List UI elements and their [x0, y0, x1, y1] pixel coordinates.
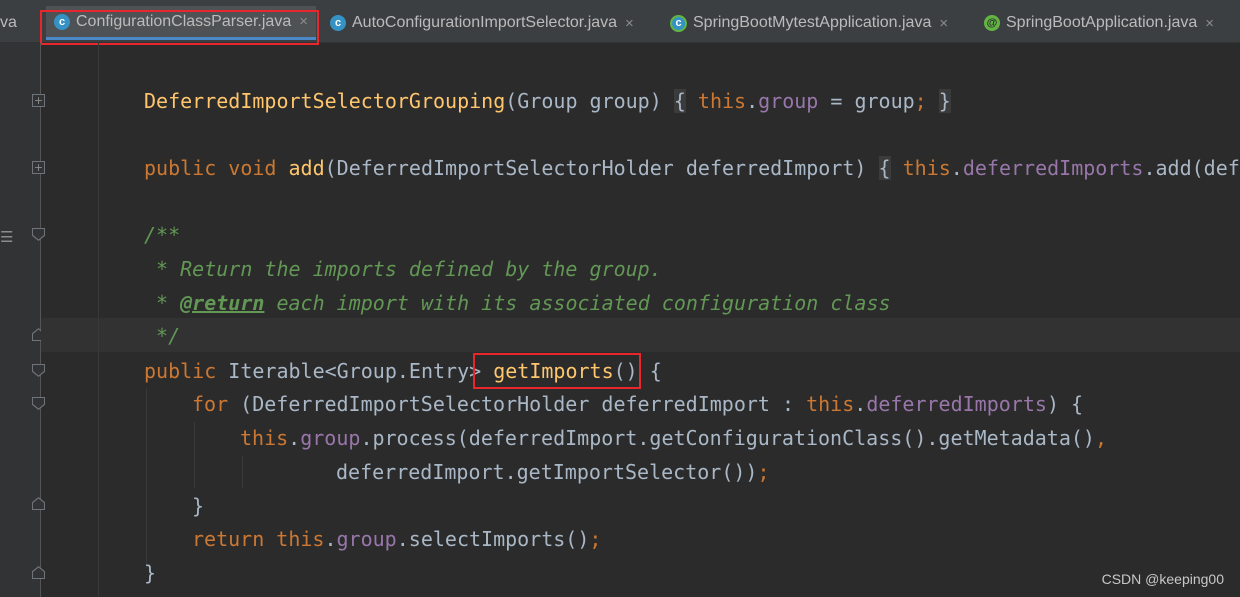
annotation-icon: @	[984, 15, 1000, 31]
code-line: this.group.process(deferredImport.getCon…	[240, 421, 1107, 455]
watermark: CSDN @keeping00	[1101, 571, 1224, 587]
semicolon: ;	[589, 527, 602, 551]
keyword: return	[192, 527, 265, 551]
code-token: .	[288, 426, 301, 450]
close-icon[interactable]: ×	[625, 15, 634, 32]
code-line: DeferredImportSelectorGrouping(Group gro…	[144, 84, 951, 118]
indent-guide	[242, 456, 243, 488]
code-token: .	[950, 156, 963, 180]
close-icon[interactable]: ×	[1205, 15, 1214, 32]
code-token: (DeferredImportSelectorHolder deferredIm…	[228, 392, 807, 416]
javadoc-tag: @return	[180, 291, 265, 315]
code-token: .selectImports()	[396, 527, 590, 551]
editor-gutter	[0, 43, 40, 597]
code-line: public void add(DeferredImportSelectorHo…	[144, 151, 1240, 185]
code-token: deferredImport.getImportSelector())	[336, 460, 758, 484]
folded-brace[interactable]: {	[878, 156, 891, 180]
code-token: .add(defe	[1143, 156, 1240, 180]
fold-expand-icon[interactable]: +	[32, 161, 45, 174]
close-icon[interactable]: ×	[299, 13, 308, 30]
code-line: }	[192, 494, 205, 518]
code-token: .	[324, 527, 337, 551]
tab-label: ConfigurationClassParser.java	[76, 12, 292, 30]
comma: ,	[1094, 426, 1107, 450]
folded-brace[interactable]: }	[938, 89, 951, 113]
class-icon: c	[330, 15, 346, 31]
field-ref: deferredImports	[866, 392, 1047, 416]
tab-label: AutoConfigurationImportSelector.java	[352, 14, 618, 31]
keyword: this	[806, 392, 855, 416]
tab-configuration-class-parser[interactable]: c ConfigurationClassParser.java ×	[46, 6, 316, 40]
keyword: this	[902, 156, 951, 180]
javadoc-line: * Return the imports defined by the grou…	[144, 257, 662, 281]
tab-auto-configuration-import-selector[interactable]: c AutoConfigurationImportSelector.java ×	[330, 6, 634, 40]
tab-label: SpringBootMytestApplication.java	[693, 14, 932, 31]
tab-spring-boot-application[interactable]: @ SpringBootApplication.java ×	[984, 6, 1214, 40]
code-token: (Group group)	[505, 89, 674, 113]
keyword: this	[276, 527, 325, 551]
tab-label: SpringBootApplication.java	[1006, 14, 1198, 31]
code-token: .process(deferredImport.getConfiguration…	[360, 426, 1095, 450]
fold-expand-icon[interactable]: +	[32, 94, 45, 107]
keyword: this	[240, 426, 289, 450]
code-line: for (DeferredImportSelectorHolder deferr…	[192, 387, 1083, 421]
class-icon: c	[54, 13, 70, 30]
semicolon: ;	[757, 460, 770, 484]
code-token: *	[144, 291, 181, 315]
current-line-highlight	[41, 318, 1240, 352]
code-line: }	[144, 561, 157, 585]
keyword: void	[216, 156, 289, 180]
constructor-name: DeferredImportSelectorGrouping	[144, 89, 506, 113]
code-token: (DeferredImportSelectorHolder deferredIm…	[324, 156, 879, 180]
tab-spring-boot-mytest-application[interactable]: c SpringBootMytestApplication.java ×	[670, 6, 948, 40]
indent-guide	[98, 43, 99, 597]
indent-guide	[146, 388, 147, 568]
code-line: return this.group.selectImports();	[192, 522, 601, 556]
close-icon[interactable]: ×	[939, 15, 948, 32]
method-name: getImports	[493, 359, 614, 383]
documentation-toggle-icon[interactable]: ☰	[0, 228, 18, 246]
code-token: each import with its associated configur…	[264, 291, 891, 315]
semicolon: ;	[914, 89, 927, 113]
code-token: = group	[818, 89, 915, 113]
tab-partial[interactable]: va	[0, 6, 23, 40]
keyword: public	[144, 359, 217, 383]
folded-brace[interactable]: {	[673, 89, 686, 113]
keyword: this	[697, 89, 747, 113]
code-token: Iterable<Group.Entry>	[216, 359, 494, 383]
field-ref: group	[758, 89, 819, 113]
javadoc-line: /**	[144, 223, 181, 247]
spring-boot-class-icon: c	[670, 14, 687, 32]
editor-tab-bar: va c ConfigurationClassParser.java × c A…	[0, 0, 1240, 43]
method-name: add	[288, 156, 325, 180]
field-ref: deferredImports	[962, 156, 1144, 180]
code-line: public Iterable<Group.Entry> getImports(…	[144, 354, 662, 388]
keyword: public	[144, 156, 217, 180]
code-token: () {	[613, 359, 662, 383]
field-ref: group	[300, 426, 361, 450]
code-token: ) {	[1046, 392, 1084, 416]
code-line: deferredImport.getImportSelector());	[336, 455, 769, 489]
indent-guide	[194, 422, 195, 488]
keyword: for	[192, 392, 229, 416]
field-ref: group	[336, 527, 397, 551]
javadoc-line: * @return each import with its associate…	[144, 286, 891, 320]
code-token: .	[746, 89, 759, 113]
javadoc-line: */	[144, 324, 181, 348]
tab-label: va	[0, 14, 17, 31]
code-token: .	[854, 392, 867, 416]
